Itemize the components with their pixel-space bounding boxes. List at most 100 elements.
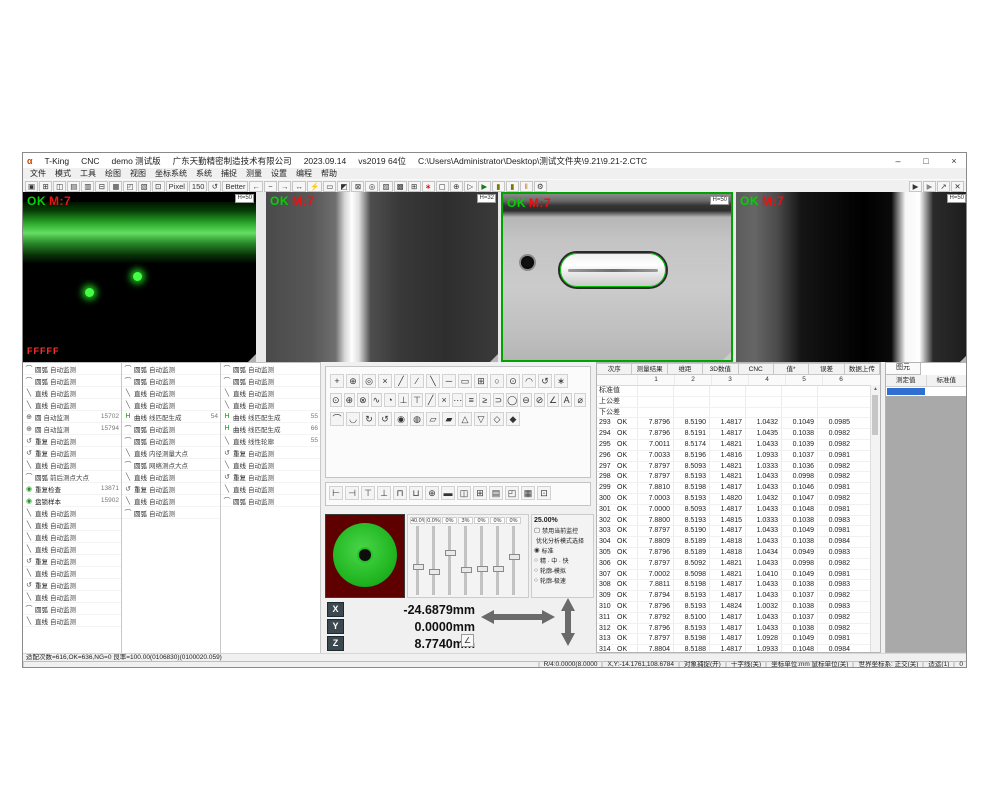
draw-tool-icon[interactable]: ⊤ [411, 393, 423, 407]
slider-thumb[interactable] [461, 567, 472, 573]
draw-tool-icon[interactable]: ⊃ [493, 393, 505, 407]
measure-list-item[interactable]: ╲ 直线 自动监测 [23, 459, 121, 471]
toolbar-button[interactable]: ◫ [53, 181, 66, 192]
toolbar-button[interactable]: ▣ [25, 181, 38, 192]
option-mark-icon[interactable]: ○ [534, 557, 538, 564]
draw-tool-icon[interactable]: + [330, 374, 344, 388]
slider-track[interactable] [432, 526, 435, 595]
light-slider[interactable]: 0% [474, 517, 489, 595]
draw-tool-icon[interactable]: ▽ [474, 412, 488, 426]
draw-tool-icon[interactable]: ◇ [490, 412, 504, 426]
measure-list-item[interactable]: ⌒ 圆弧 自动监测 [221, 375, 320, 387]
measure-list-item[interactable]: ╲ 直线 自动监测 [221, 399, 320, 411]
draw-tool-icon[interactable]: ╲ [426, 374, 440, 388]
draw-tool-icon[interactable]: ⊕ [346, 374, 360, 388]
toolbar-button[interactable]: ▮ [492, 181, 505, 192]
measure-list-item[interactable]: H 曲线 线匹配生成 54 [122, 411, 220, 423]
camera-view-2[interactable]: OKM:7 H=32 [266, 192, 498, 362]
ring-light-icon[interactable] [333, 523, 397, 587]
draw-tool-icon[interactable]: ▭ [458, 374, 472, 388]
table-row[interactable]: 297 OK 7.8797 8.5093 1.4821 1.0333 0.103… [597, 462, 880, 473]
slider-thumb[interactable] [413, 564, 424, 570]
table-scrollbar[interactable]: ▲ [870, 385, 880, 652]
measure-list-item[interactable]: ◉ 盘锁样本 15902 [23, 495, 121, 507]
draw-tool-icon[interactable]: × [378, 374, 392, 388]
constraint-tool-icon[interactable]: ▦ [521, 486, 535, 500]
light-control-preview[interactable] [325, 514, 405, 598]
draw-tool-icon[interactable]: A [561, 393, 573, 407]
toolbar-button[interactable]: ▧ [138, 181, 151, 192]
measure-list-item[interactable]: ╲ 直线 线性轮廓 55 [221, 435, 320, 447]
table-tab[interactable]: 次序 [597, 363, 632, 375]
menu-item[interactable]: 视图 [126, 168, 150, 179]
status-segment[interactable]: 坐标单位:mm 鼠标单位(关) [766, 661, 853, 668]
draw-tool-icon[interactable]: ◎ [362, 374, 376, 388]
option-row[interactable]: 优化分析模式选择 [534, 535, 591, 545]
light-slider[interactable]: 40.0% [410, 517, 425, 595]
tolerance-row[interactable]: 标准值 [597, 386, 880, 397]
minimize-button[interactable]: – [890, 156, 906, 166]
draw-tool-icon[interactable]: ◡ [346, 412, 360, 426]
draw-tool-icon[interactable]: ⊞ [474, 374, 488, 388]
draw-tool-icon[interactable]: ▱ [426, 412, 440, 426]
menu-item[interactable]: 帮助 [317, 168, 341, 179]
constraint-tool-icon[interactable]: ⊓ [393, 486, 407, 500]
option-mark-icon[interactable]: ○ [534, 567, 538, 574]
slider-track[interactable] [416, 526, 419, 595]
resize-grip-icon[interactable] [960, 354, 967, 362]
slider-track[interactable] [512, 526, 515, 595]
measure-list-item[interactable]: ↺ 重复 自动监测 [23, 579, 121, 591]
draw-tool-icon[interactable]: ⊙ [330, 393, 342, 407]
menu-item[interactable]: 捕捉 [217, 168, 241, 179]
toolbar-button[interactable]: ⊠ [351, 181, 364, 192]
toolbar-button[interactable]: ▤ [67, 181, 80, 192]
toolbar-button[interactable]: ↺ [208, 181, 221, 192]
measure-list-item[interactable]: ↺ 重复 自动监测 [23, 435, 121, 447]
element-tab[interactable]: 图元 [886, 363, 921, 375]
z-axis-button[interactable]: Z [327, 636, 344, 651]
option-mark-icon[interactable]: ○ [534, 577, 538, 584]
measure-list-item[interactable]: ↺ 重复 自动监测 [23, 555, 121, 567]
resize-grip-icon[interactable] [248, 354, 256, 362]
slider-thumb[interactable] [429, 569, 440, 575]
toolbar-button[interactable]: Better [222, 181, 248, 192]
measure-list-item[interactable]: ⌒ 圆弧 自动监测 [122, 507, 220, 519]
table-row[interactable]: 295 OK 7.0011 8.5174 1.4821 1.0433 0.103… [597, 440, 880, 451]
toolbar-button[interactable]: ◰ [123, 181, 136, 192]
draw-tool-icon[interactable]: ↻ [362, 412, 376, 426]
toolbar-button[interactable]: ↔ [292, 181, 306, 192]
slider-track[interactable] [496, 526, 499, 595]
toolbar-button[interactable]: ▮ [506, 181, 519, 192]
table-tab[interactable]: CNC [739, 363, 774, 375]
draw-tool-icon[interactable]: ◠ [522, 374, 536, 388]
menu-item[interactable]: 测量 [242, 168, 266, 179]
table-row[interactable]: 310 OK 7.8796 8.5193 1.4824 1.0032 0.103… [597, 602, 880, 613]
table-row[interactable]: 307 OK 7.0002 8.5098 1.4821 1.0410 0.104… [597, 570, 880, 581]
measure-list-item[interactable]: ↺ 重复 自动监测 [221, 447, 320, 459]
measure-list-item[interactable]: ╲ 直线 自动监测 [221, 483, 320, 495]
table-row[interactable]: 313 OK 7.8797 8.5198 1.4817 1.0928 0.104… [597, 634, 880, 645]
toolbar-button[interactable]: ▶ [909, 181, 922, 192]
menu-item[interactable]: 工具 [76, 168, 100, 179]
status-segment[interactable]: 0 [954, 661, 967, 668]
toolbar-button[interactable]: ▶ [923, 181, 936, 192]
draw-tool-icon[interactable]: ⌒ [330, 412, 344, 426]
light-slider[interactable]: 3% [458, 517, 473, 595]
toolbar-button[interactable]: ◎ [365, 181, 378, 192]
table-row[interactable]: 309 OK 7.8794 8.5193 1.4817 1.0433 0.103… [597, 591, 880, 602]
tolerance-row[interactable]: 上公差 [597, 397, 880, 408]
draw-tool-icon[interactable]: ≥ [479, 393, 491, 407]
toolbar-button[interactable]: ✕ [951, 181, 964, 192]
constraint-tool-icon[interactable]: ⊥ [377, 486, 391, 500]
menu-item[interactable]: 坐标系统 [151, 168, 191, 179]
menu-item[interactable]: 文件 [26, 168, 50, 179]
option-row[interactable]: ▢ 禁用当前监控 [534, 525, 591, 535]
constraint-tool-icon[interactable]: ▤ [489, 486, 503, 500]
resize-grip-icon[interactable] [490, 354, 498, 362]
scroll-up-icon[interactable]: ▲ [871, 385, 880, 393]
draw-tool-icon[interactable]: ◉ [394, 412, 408, 426]
measure-list-item[interactable]: ⌒ 圆弧 自动监测 [23, 603, 121, 615]
draw-tool-icon[interactable]: ◍ [410, 412, 424, 426]
slider-thumb[interactable] [477, 566, 488, 572]
toolbar-button[interactable]: ⊡ [152, 181, 165, 192]
